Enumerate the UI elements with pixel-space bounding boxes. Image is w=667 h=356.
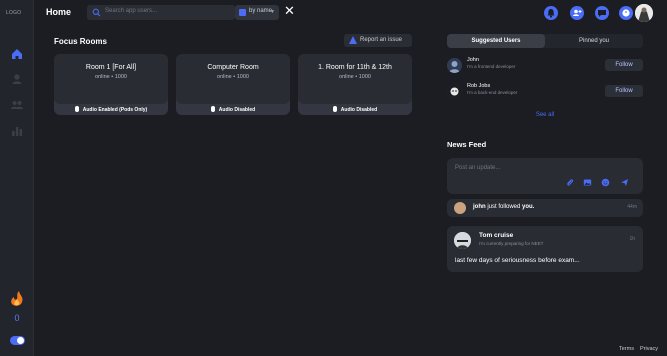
room-audio-status: Audio Disabled (176, 106, 290, 113)
focus-rooms-panel: Focus Rooms Report an issue Room 1 [For … (44, 30, 416, 330)
room-audio-status: Audio Enabled (Pods Only) (54, 106, 168, 113)
attachment-icon[interactable] (565, 178, 574, 187)
chat-icon (598, 10, 606, 17)
suggested-user: John I'm a frontend developer Follow (447, 56, 643, 76)
room-audio-label: Audio Disabled (340, 107, 378, 113)
activity-target: you. (522, 204, 535, 210)
send-icon[interactable] (620, 178, 629, 187)
chevron-down-icon: ▼ (270, 9, 275, 15)
avatar[interactable] (635, 4, 653, 22)
room-meta: online • 1000 (339, 74, 371, 80)
chat-button[interactable] (595, 6, 609, 20)
tab-pinned-you[interactable]: Pinned you (545, 34, 643, 48)
report-issue-button[interactable]: Report an issue (344, 34, 412, 47)
room-card[interactable]: 1. Room for 11th & 12th online • 1000 Au… (298, 54, 412, 115)
mic-icon (74, 106, 79, 112)
user-bio: I'm a back-end developer (467, 90, 518, 95)
room-name: 1. Room for 11th & 12th (318, 64, 392, 71)
focus-rooms-title: Focus Rooms (54, 37, 107, 46)
search-placeholder: Search app users... (105, 8, 158, 14)
timer-button[interactable] (619, 6, 633, 20)
notification-button[interactable] (544, 6, 558, 20)
logo: LOGO (6, 10, 22, 16)
top-bar: Home Search app users... by name ▼ ✕ (34, 0, 667, 26)
user-icon[interactable] (10, 72, 24, 86)
follow-button[interactable]: Follow (605, 59, 643, 71)
activity-action: just followed (485, 204, 523, 210)
terms-link[interactable]: Terms (619, 346, 634, 352)
emoji-icon[interactable] (601, 178, 610, 187)
home-icon[interactable] (10, 47, 24, 61)
avatar[interactable] (454, 202, 466, 214)
activity-item: john just followed you. 44m (447, 199, 643, 217)
room-meta: online • 1000 (95, 74, 127, 80)
close-icon[interactable]: ✕ (284, 4, 295, 17)
theme-toggle[interactable] (10, 336, 25, 345)
mic-off-icon (210, 106, 215, 112)
activity-time: 44m (627, 204, 637, 210)
streak-count: 0 (14, 313, 20, 323)
post-author[interactable]: Tom cruise (479, 232, 513, 239)
clock-icon (622, 9, 630, 17)
user-name[interactable]: John (467, 57, 479, 63)
warning-icon (349, 36, 357, 44)
feed-post: Tom cruise I'm currently preparing for N… (447, 226, 643, 272)
room-audio-label: Audio Enabled (Pods Only) (82, 107, 148, 113)
room-audio-status: Audio Disabled (298, 106, 412, 113)
bell-icon (547, 9, 555, 18)
room-card[interactable]: Computer Room online • 1000 Audio Disabl… (176, 54, 290, 115)
mic-off-icon (332, 106, 337, 112)
search-icon (92, 8, 101, 17)
right-panel: Suggested Users Pinned you John I'm a fr… (447, 30, 643, 326)
user-bio: I'm a frontend developer (467, 64, 516, 69)
composer-actions (565, 178, 635, 188)
post-composer[interactable]: Post an update... (447, 158, 643, 194)
suggested-user: Rob Jobs I'm a back-end developer Follow (447, 82, 643, 102)
page-title: Home (46, 7, 72, 17)
user-plus-icon (573, 9, 582, 16)
search-filter-select[interactable]: by name ▼ (235, 5, 279, 20)
activity-user[interactable]: john (473, 204, 486, 210)
user-tabs: Suggested Users Pinned you (447, 34, 643, 48)
room-meta: online • 1000 (217, 74, 249, 80)
user-name[interactable]: Rob Jobs (467, 83, 490, 89)
post-body: last few days of seriousness before exam… (455, 257, 580, 264)
image-icon[interactable] (583, 178, 592, 187)
room-name: Computer Room (207, 64, 259, 71)
chart-icon[interactable] (10, 124, 24, 138)
filter-value: by name (249, 8, 273, 14)
group-icon[interactable] (10, 98, 24, 112)
avatar[interactable] (447, 58, 462, 73)
post-author-bio: I'm currently preparing for NEET (479, 241, 544, 246)
room-card[interactable]: Room 1 [For All] online • 1000 Audio Ena… (54, 54, 168, 115)
room-audio-label: Audio Disabled (218, 107, 256, 113)
search-input[interactable]: Search app users... (87, 5, 235, 20)
room-name: Room 1 [For All] (85, 64, 137, 71)
post-input-placeholder: Post an update... (455, 165, 501, 171)
follow-button[interactable]: Follow (605, 85, 643, 97)
post-time: 1h (629, 236, 635, 242)
activity-text: john just followed you. (473, 204, 534, 210)
avatar[interactable] (454, 232, 471, 249)
avatar[interactable] (447, 84, 462, 99)
tab-suggested-users[interactable]: Suggested Users (447, 34, 545, 48)
see-all-link[interactable]: See all (447, 112, 643, 118)
privacy-link[interactable]: Privacy (640, 346, 658, 352)
sidebar: LOGO 0 (0, 0, 34, 356)
fire-icon (9, 290, 25, 308)
add-friend-button[interactable] (570, 6, 584, 20)
calendar-icon (239, 9, 246, 16)
report-issue-label: Report an issue (360, 37, 403, 43)
news-feed-title: News Feed (447, 140, 487, 149)
